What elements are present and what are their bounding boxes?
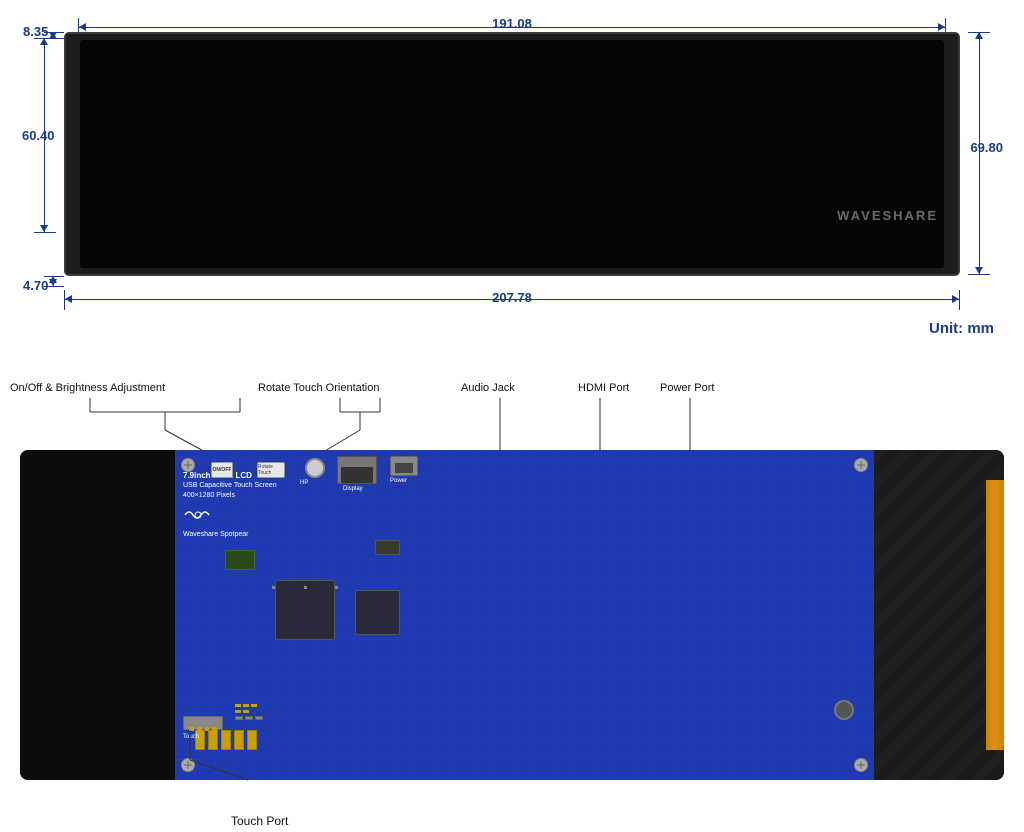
bottom-pads-row [195,730,275,750]
labels-row: On/Off & Brightness Adjustment Rotate To… [0,380,1024,450]
tick-left-h2 [34,232,56,233]
display-label: Display [343,486,363,492]
pcb-brand: Waveshare Spotpear [183,531,277,538]
inductor [834,700,854,720]
pcb-board: 7.9inch HDMI LCD USB Capacitive Touch Sc… [20,450,1004,780]
waveshare-logo-svg [183,505,213,525]
label-rotate-touch: Rotate Touch Orientation [258,382,379,394]
label-hdmi-port: HDMI Port [578,382,629,394]
flex-connector-strip [986,480,1004,750]
passive-components [235,704,263,720]
label-power-port: Power Port [660,382,714,394]
dim-bottom-margin: 4.70 [23,278,48,293]
pcb-product-info: 7.9inch HDMI LCD USB Capacitive Touch Sc… [183,470,277,538]
dim-left-height: 60.40 [22,128,55,143]
onoff-button[interactable]: ON/OFF [211,462,233,478]
lcd-outer-case [64,32,960,276]
bottom-section: On/Off & Brightness Adjustment Rotate To… [0,380,1024,832]
screw-bottom-left [181,758,195,772]
pcb-blue-area: 7.9inch HDMI LCD USB Capacitive Touch Sc… [175,450,874,780]
screw-top-left [181,458,195,472]
component-green-1 [225,550,255,570]
pcb-left-screen [20,450,175,780]
label-touch-port: Touch Port [231,814,288,828]
dim-top-margin: 8.35 [23,24,48,39]
watermark-text: WAVESHARE [837,208,938,223]
dim-top-width: 191.08 [492,16,532,31]
pcb-right-area [874,450,1004,780]
dim-total-width: 207.78 [492,290,532,305]
label-onoff: On/Off & Brightness Adjustment [10,382,165,394]
tick-right-h2 [968,274,990,275]
rotate-touch-button[interactable]: Rotate Touch [257,462,285,478]
touch-connector [183,716,223,730]
power-label: Power [390,478,407,484]
bottom-margin-arrow [53,276,54,286]
hdmi-port-connector [337,456,377,484]
power-port-connector [390,456,418,476]
screw-top-right [854,458,868,472]
touch-label-pcb: Touch [183,734,199,740]
lcd-screen-surface [80,40,944,268]
hp-label: HP [300,480,308,486]
secondary-chip [355,590,400,635]
unit-label: Unit: mm [929,320,994,337]
main-chip [275,580,335,640]
screw-bottom-right [854,758,868,772]
dim-right-height: 69.80 [970,140,1003,155]
component-yellow-1 [375,540,400,555]
page-container: 191.08 8.35 WAVESHARE 60.40 69.80 4.70 [0,0,1024,832]
label-audio-jack: Audio Jack [461,382,515,394]
flex-cable-texture [874,450,1004,780]
tick-total-right [959,290,960,310]
pcb-product-resolution: 400×1280 Pixels [183,491,277,501]
technical-drawing: 191.08 8.35 WAVESHARE 60.40 69.80 4.70 [20,10,1004,370]
audio-jack-connector [305,458,325,478]
pcb-product-subtitle: USB Capacitive Touch Screen [183,481,277,491]
